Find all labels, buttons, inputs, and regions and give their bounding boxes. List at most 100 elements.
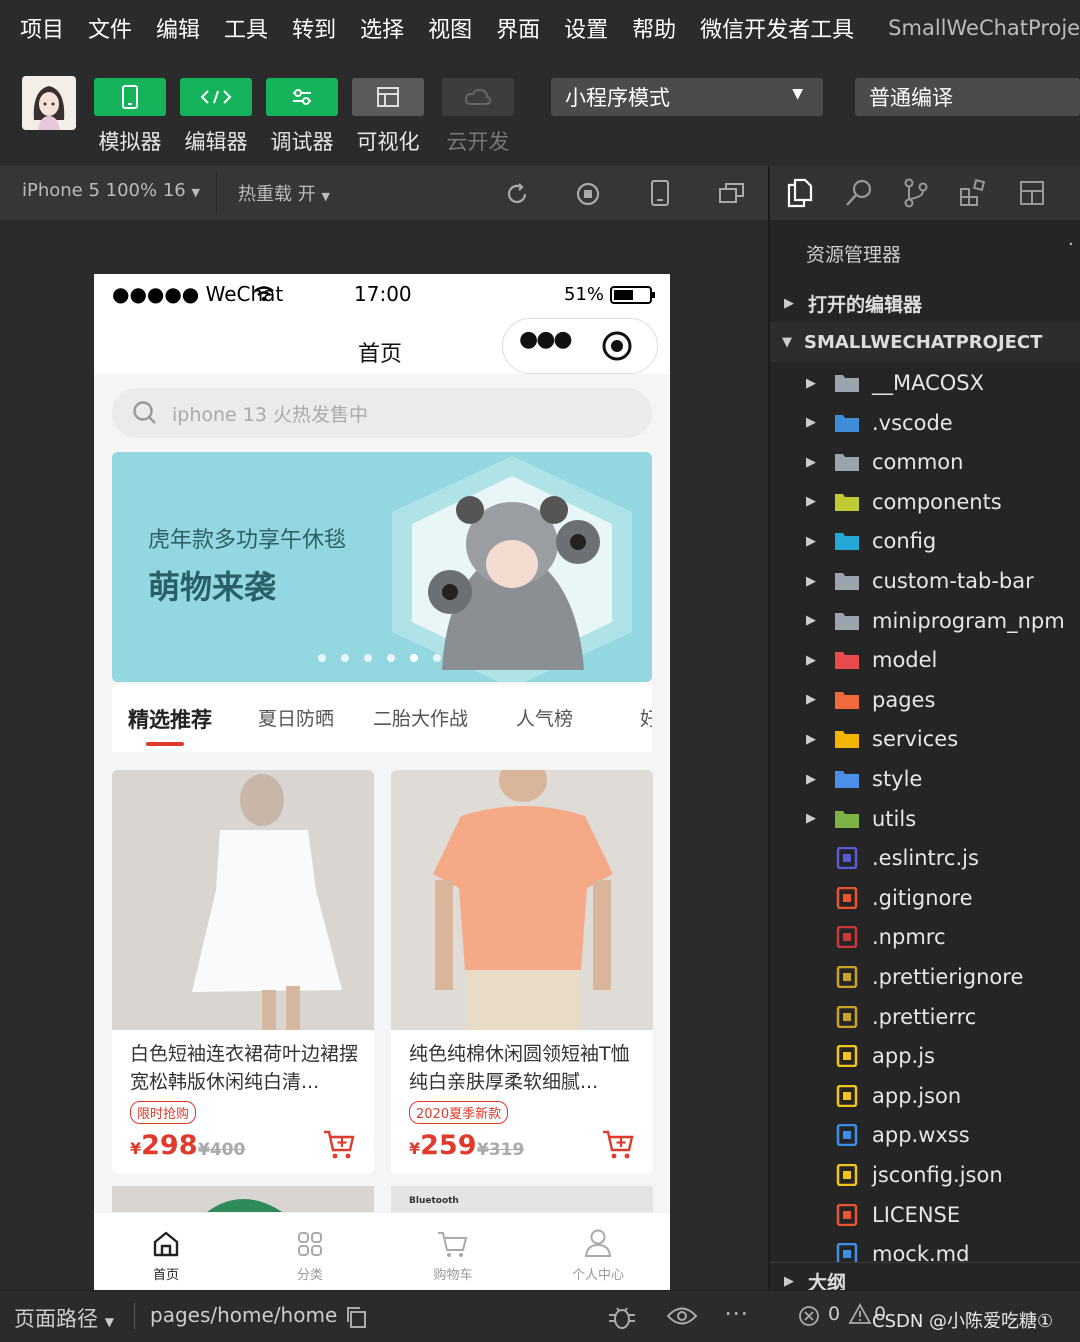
tab-indicator — [146, 742, 184, 746]
carousel-dot[interactable] — [341, 654, 349, 662]
windows-icon[interactable] — [718, 181, 746, 205]
tab-summer[interactable]: 夏日防晒 — [258, 704, 334, 731]
files-icon[interactable] — [786, 178, 814, 208]
tree-file[interactable]: .gitignore — [770, 878, 1080, 918]
tree-folder[interactable]: ▶ pages — [770, 680, 1080, 720]
cart-icon[interactable] — [436, 1230, 468, 1258]
tree-item-label: services — [872, 727, 959, 752]
menu-goto[interactable]: 转到 — [292, 12, 336, 44]
tree-folder[interactable]: ▶ style — [770, 759, 1080, 799]
preview-eye-icon[interactable] — [666, 1305, 698, 1327]
menu-project[interactable]: 项目 — [20, 12, 64, 44]
compile-select[interactable]: 普通编译 — [855, 78, 1080, 116]
menu-wechat-devtools[interactable]: 微信开发者工具 — [700, 12, 854, 44]
menu-interface[interactable]: 界面 — [496, 12, 540, 44]
error-icon[interactable] — [798, 1305, 820, 1327]
simulator-button[interactable] — [94, 78, 166, 116]
menu-help[interactable]: 帮助 — [632, 12, 676, 44]
tree-folder[interactable]: ▶ miniprogram_npm — [770, 601, 1080, 641]
visual-button[interactable] — [352, 78, 424, 116]
editor-button[interactable] — [180, 78, 252, 116]
home-icon[interactable] — [152, 1230, 180, 1258]
tree-folder[interactable]: ▶ __MACOSX — [770, 363, 1080, 403]
warning-icon[interactable] — [848, 1303, 872, 1325]
tree-folder[interactable]: ▶ utils — [770, 799, 1080, 839]
tab-featured[interactable]: 精选推荐 — [128, 704, 212, 734]
product-card[interactable]: 纯色纯棉休闲圆领短袖T恤纯白亲肤厚柔软细腻... 2020夏季新款 ¥259 ¥… — [391, 770, 653, 1174]
refresh-icon[interactable] — [504, 181, 530, 207]
product-card[interactable]: 白色短袖连衣裙荷叶边裙摆宽松韩版休闲纯白清... 限时抢购 ¥298 ¥400 — [112, 770, 374, 1174]
hotreload-toggle[interactable]: 热重载 开 ▼ — [238, 180, 330, 206]
phone-icon[interactable] — [650, 179, 670, 207]
add-to-cart-icon[interactable] — [601, 1128, 635, 1160]
tree-item-label: components — [872, 489, 1002, 514]
tree-folder[interactable]: ▶ custom-tab-bar — [770, 561, 1080, 601]
tab-second-child[interactable]: 二胎大作战 — [373, 704, 468, 731]
menu-edit[interactable]: 编辑 — [156, 12, 200, 44]
tree-file[interactable]: LICENSE — [770, 1195, 1080, 1235]
category-icon[interactable] — [296, 1230, 324, 1258]
carousel-dot[interactable] — [433, 654, 441, 662]
tab-home[interactable]: 首页 — [116, 1264, 216, 1283]
copy-icon[interactable] — [344, 1305, 368, 1329]
banner-carousel[interactable]: 虎年款多功享午休毯 萌物来袭 — [112, 452, 652, 682]
carousel-dot[interactable] — [387, 654, 395, 662]
menu-settings[interactable]: 设置 — [564, 12, 608, 44]
add-to-cart-icon[interactable] — [322, 1128, 356, 1160]
device-select[interactable]: iPhone 5 100% 16 ▼ — [22, 180, 200, 201]
chevron-right-icon: ▶ — [806, 533, 816, 549]
menu-view[interactable]: 视图 — [428, 12, 472, 44]
tree-file[interactable]: .eslintrc.js — [770, 838, 1080, 878]
tree-folder[interactable]: ▶ components — [770, 482, 1080, 522]
source-control-icon[interactable] — [902, 178, 930, 208]
close-target-icon[interactable] — [601, 330, 633, 362]
capsule-button[interactable]: ●●● — [502, 318, 658, 374]
project-section[interactable]: ▼ SMALLWECHATPROJECT — [770, 322, 1080, 362]
license-icon — [836, 1203, 858, 1226]
cloud-button[interactable] — [442, 78, 514, 116]
tree-folder[interactable]: ▶ model — [770, 640, 1080, 680]
menu-file[interactable]: 文件 — [88, 12, 132, 44]
carousel-dot[interactable] — [318, 654, 326, 662]
currency: ¥ — [130, 1139, 142, 1158]
tree-folder[interactable]: ▶ common — [770, 442, 1080, 482]
debugger-button[interactable] — [266, 78, 338, 116]
tab-cart[interactable]: 购物车 — [403, 1264, 503, 1283]
more-icon[interactable]: ⋯ — [724, 1299, 748, 1327]
user-icon[interactable] — [584, 1228, 612, 1258]
tree-file[interactable]: app.js — [770, 1036, 1080, 1076]
bug-icon[interactable] — [606, 1303, 638, 1331]
layout-panel-icon[interactable] — [1018, 178, 1046, 208]
tree-file[interactable]: app.json — [770, 1076, 1080, 1116]
tree-file[interactable]: jsconfig.json — [770, 1155, 1080, 1195]
tree-item-label: utils — [872, 806, 917, 831]
avatar[interactable] — [22, 76, 76, 130]
search-icon[interactable] — [844, 178, 874, 208]
tree-file[interactable]: .npmrc — [770, 917, 1080, 957]
mode-select[interactable]: 小程序模式 ▼ — [551, 78, 823, 116]
chevron-right-icon: ▶ — [784, 1273, 794, 1289]
more-actions-icon[interactable]: · — [1068, 234, 1074, 255]
tab-popular[interactable]: 人气榜 — [516, 704, 573, 731]
tab-more[interactable]: 好 — [640, 704, 652, 731]
tree-file[interactable]: .prettierrc — [770, 997, 1080, 1037]
page-path-select[interactable]: 页面路径 ▼ — [14, 1303, 114, 1333]
tree-folder[interactable]: ▶ services — [770, 719, 1080, 759]
tree-item-label: config — [872, 529, 937, 554]
tree-file[interactable]: .prettierignore — [770, 957, 1080, 997]
search-bar[interactable]: iphone 13 火热发售中 — [112, 388, 652, 438]
open-editors-section[interactable]: ▶ 打开的编辑器 — [770, 283, 1080, 323]
tree-folder[interactable]: ▶ .vscode — [770, 403, 1080, 443]
menu-tools[interactable]: 工具 — [224, 12, 268, 44]
carousel-dot-active[interactable] — [410, 654, 418, 662]
extensions-icon[interactable] — [958, 178, 988, 208]
tab-profile[interactable]: 个人中心 — [548, 1264, 648, 1283]
tab-category[interactable]: 分类 — [260, 1264, 360, 1283]
tree-folder[interactable]: ▶ config — [770, 521, 1080, 561]
chevron-right-icon: ▶ — [806, 731, 816, 747]
carousel-dot[interactable] — [364, 654, 372, 662]
tree-file[interactable]: app.wxss — [770, 1115, 1080, 1155]
menu-select[interactable]: 选择 — [360, 12, 404, 44]
more-icon[interactable]: ●●● — [519, 327, 573, 352]
stop-icon[interactable] — [575, 181, 601, 207]
